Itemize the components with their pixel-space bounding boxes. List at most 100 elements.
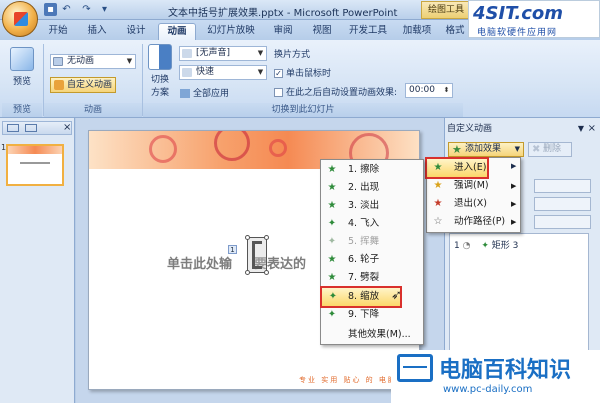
resize-handle[interactable] (245, 235, 250, 240)
speed-effect-select[interactable] (534, 215, 591, 229)
watermark-pc-daily-brand: 电脑百科知识 (439, 358, 572, 383)
watermark-4sit-brand: 4SIT.com (473, 3, 564, 24)
menu-item-exit[interactable]: ★ 退出(X) ▶ (427, 195, 520, 213)
preview-button[interactable]: 预览 (6, 47, 38, 87)
apply-all-label: 全部应用 (193, 89, 230, 99)
transition-scheme-button[interactable]: 切换 方案 (146, 44, 174, 98)
menu-label: 6. 轮子 (348, 254, 380, 265)
start-select[interactable] (534, 179, 591, 193)
sound-select-value: [无声音] (196, 48, 231, 58)
advance-title: 换片方式 (274, 50, 311, 60)
watermark-4sit-sub: 电脑软硬件应用网 (477, 28, 558, 38)
tab-view[interactable]: 视图 (305, 23, 339, 40)
context-tab-drawing-tools[interactable]: 绘图工具 (421, 1, 469, 19)
redo-icon[interactable]: ↷ (80, 3, 93, 16)
custom-animation-icon (54, 80, 64, 90)
menu-item-wheel[interactable]: ★ 6. 轮子 (321, 251, 423, 269)
time-input[interactable]: 00:00 ⬍ (405, 83, 453, 98)
on-click-checkbox[interactable]: ✓ 单击鼠标时 (274, 66, 331, 79)
appear-effect-icon: ★ (327, 182, 337, 193)
decor-circle (214, 131, 250, 161)
close-icon[interactable]: × (588, 121, 596, 137)
tab-animations[interactable]: 动画 (158, 23, 196, 40)
menu-item-appear[interactable]: ★ 2. 出现 (321, 179, 423, 197)
chevron-down-icon: ▼ (257, 68, 264, 76)
tab-developer[interactable]: 开发工具 (344, 23, 392, 40)
sound-select[interactable]: [无声音] ▼ (179, 46, 267, 61)
custom-animation-button[interactable]: 自定义动画 (50, 77, 116, 93)
after-time-checkbox[interactable]: 在此之后自动设置动画效果: (274, 85, 397, 98)
fade-effect-icon: ★ (327, 200, 337, 211)
menu-item-motion-path[interactable]: ☆ 动作路径(P) ▶ (427, 213, 520, 231)
animation-list-item[interactable]: 1 ◔ ✦ 矩形 3 (454, 238, 518, 251)
save-icon[interactable]: ▪ (44, 3, 57, 16)
menu-item-wipe[interactable]: ★ 1. 擦除 (321, 161, 423, 179)
menu-item-more-effects[interactable]: 其他效果(M)... (321, 326, 423, 344)
tab-slideshow[interactable]: 幻灯片放映 (202, 23, 260, 40)
submenu-arrow-icon: ▶ (511, 200, 517, 208)
animation-list[interactable]: 1 ◔ ✦ 矩形 3 (449, 233, 589, 358)
enter-star-icon: ★ (433, 162, 443, 173)
menu-item-entrance[interactable]: ★ 进入(E) (425, 157, 489, 179)
motion-path-star-icon: ☆ (433, 216, 443, 227)
descend-effect-icon: ✦ (327, 309, 337, 320)
menu-label: 2. 出现 (348, 182, 380, 193)
menu-label: 退出(X) (454, 198, 487, 209)
apply-all-button[interactable]: 全部应用 (180, 86, 229, 99)
menu-label: 动作路径(P) (454, 216, 506, 227)
tab-insert[interactable]: 插入 (80, 23, 114, 40)
bracket-shape[interactable] (245, 235, 269, 275)
office-button[interactable] (2, 1, 38, 37)
property-select[interactable] (534, 197, 591, 211)
menu-item-fade[interactable]: ★ 3. 淡出 (321, 197, 423, 215)
slide-text-left: 单击此处输 (167, 257, 233, 272)
close-icon[interactable]: × (63, 122, 71, 134)
speed-select[interactable]: 快速 ▼ (179, 65, 267, 80)
tab-review[interactable]: 审阅 (266, 23, 300, 40)
menu-item-descend[interactable]: ✦ 9. 下降 (321, 306, 423, 324)
tab-format[interactable]: 格式 (442, 23, 468, 40)
menu-item-fly-in[interactable]: ✦ 4. 飞入 (321, 215, 423, 233)
remove-icon: ✖ (532, 144, 541, 155)
bracket-icon (252, 241, 262, 269)
tab-home[interactable]: 开始 (41, 23, 75, 40)
slide-thumbnail[interactable] (6, 144, 64, 186)
add-effect-menu: ★ 进入(E) ▶ ★ 强调(M) ▶ ★ 退出(X) ▶ ☆ 动作路径(P) ▶ (425, 157, 521, 233)
undo-icon[interactable]: ↶ (60, 3, 73, 16)
menu-item-emphasis[interactable]: ★ 强调(M) ▶ (427, 177, 520, 195)
customize-icon[interactable]: ▾ (98, 3, 111, 16)
pane-options-icon[interactable]: ▼ (578, 121, 584, 137)
animation-tag: 1 (228, 245, 237, 254)
slide-text[interactable]: 单击此处输 要表达的 (167, 253, 306, 272)
decor-circle (149, 135, 177, 163)
menu-item-zoom[interactable]: ✦ 8. 缩放 (320, 286, 402, 308)
resize-handle[interactable] (264, 235, 269, 240)
slides-pane-tabs[interactable]: × (2, 121, 72, 135)
wheel-effect-icon: ★ (327, 254, 337, 265)
spinner-icon: ⬍ (443, 86, 450, 94)
animate-icon (53, 57, 63, 66)
tab-addins[interactable]: 加载项 (397, 23, 437, 40)
outline-tab-icon[interactable] (25, 124, 37, 132)
sound-icon (182, 49, 192, 58)
after-time-label: 在此之后自动设置动画效果: (286, 88, 398, 98)
remove-button[interactable]: ✖ 删除 (528, 142, 572, 157)
animate-select[interactable]: 无动画 ▼ (50, 54, 136, 69)
transition-label-1: 切换 (150, 75, 169, 85)
group-transition-label: 切换到此幻灯片 (143, 103, 463, 117)
add-effect-button[interactable]: ★ 添加效果 ▼ (448, 142, 524, 157)
submenu-arrow-icon: ▶ (511, 182, 517, 190)
menu-label: 8. 缩放 (348, 291, 380, 302)
transition-icon (148, 44, 172, 70)
menu-item-swivel: ✦ 5. 挥舞 (321, 233, 423, 251)
resize-handle[interactable] (245, 270, 250, 275)
chevron-down-icon: ▼ (514, 145, 520, 153)
menu-label: 9. 下降 (348, 309, 380, 320)
tab-design[interactable]: 设计 (119, 23, 153, 40)
menu-item-split[interactable]: ★ 7. 劈裂 (321, 269, 423, 287)
apply-all-icon (180, 89, 190, 98)
resize-handle[interactable] (264, 270, 269, 275)
fly-in-effect-icon: ✦ (327, 218, 337, 229)
slides-tab-icon[interactable] (7, 124, 19, 132)
menu-label: 3. 淡出 (348, 200, 380, 211)
